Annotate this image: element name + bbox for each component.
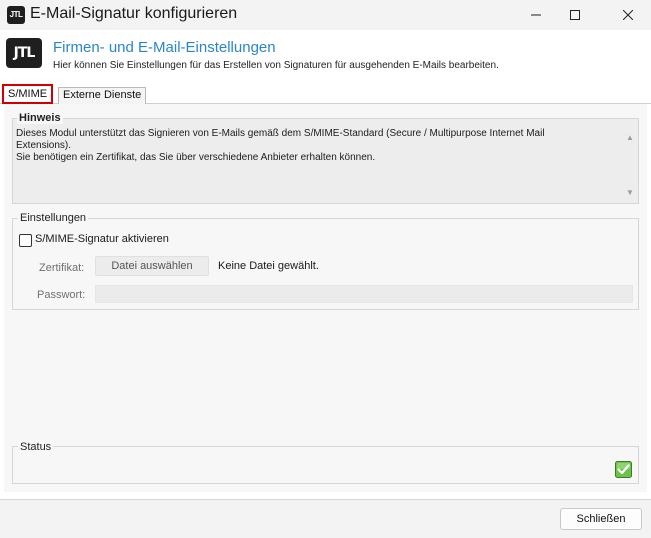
hinweis-line-1: Dieses Modul unterstützt das Signieren v… xyxy=(16,128,545,139)
scroll-down-arrow-icon[interactable]: ▼ xyxy=(625,188,635,198)
tab-smime[interactable]: S/MIME xyxy=(2,84,54,104)
jtl-logo: JTL xyxy=(6,38,42,68)
close-button[interactable]: Schließen xyxy=(560,508,642,530)
app-icon: JTL xyxy=(7,6,25,24)
window-title: E-Mail-Signatur konfigurieren xyxy=(30,5,238,22)
certificate-label: Zertifikat: xyxy=(39,262,85,274)
smime-enable-checkbox[interactable] xyxy=(19,234,32,247)
password-input[interactable] xyxy=(95,285,633,303)
header-title: Firmen- und E-Mail-Einstellungen xyxy=(53,39,276,56)
settings-group: S/MIME-Signatur aktivieren Zertifikat: D… xyxy=(12,218,639,310)
dialog-header: JTL Firmen- und E-Mail-Einstellungen Hie… xyxy=(0,30,651,74)
scroll-up-arrow-icon[interactable]: ▲ xyxy=(625,133,635,143)
hinweis-line-2: Extensions). xyxy=(16,140,72,151)
status-label: Status xyxy=(18,441,54,453)
close-icon xyxy=(623,10,633,20)
close-window-button[interactable] xyxy=(605,0,651,30)
maximize-button[interactable] xyxy=(552,0,598,30)
password-label: Passwort: xyxy=(37,289,86,301)
hinweis-box: Dieses Modul unterstützt das Signieren v… xyxy=(12,118,639,204)
status-group xyxy=(12,446,639,484)
header-subtitle: Hier können Sie Einstellungen für das Er… xyxy=(53,60,499,71)
title-bar: JTL E-Mail-Signatur konfigurieren xyxy=(0,0,651,30)
settings-label: Einstellungen xyxy=(18,212,89,224)
minimize-icon xyxy=(531,14,541,16)
maximize-icon xyxy=(570,10,580,20)
hinweis-label: Hinweis xyxy=(17,112,63,124)
choose-file-button[interactable]: Datei auswählen xyxy=(95,256,209,276)
tab-externe-dienste[interactable]: Externe Dienste xyxy=(58,87,147,104)
hinweis-text: Dieses Modul unterstützt das Signieren v… xyxy=(16,128,616,164)
dialog-footer: Schließen xyxy=(0,500,651,538)
file-status-text: Keine Datei gewählt. xyxy=(218,260,319,272)
smime-enable-label[interactable]: S/MIME-Signatur aktivieren xyxy=(35,233,169,245)
green-check-icon xyxy=(615,461,632,478)
tab-strip: S/MIME Externe Dienste xyxy=(0,84,651,104)
hinweis-line-3: Sie benötigen ein Zertifikat, das Sie üb… xyxy=(16,152,376,163)
